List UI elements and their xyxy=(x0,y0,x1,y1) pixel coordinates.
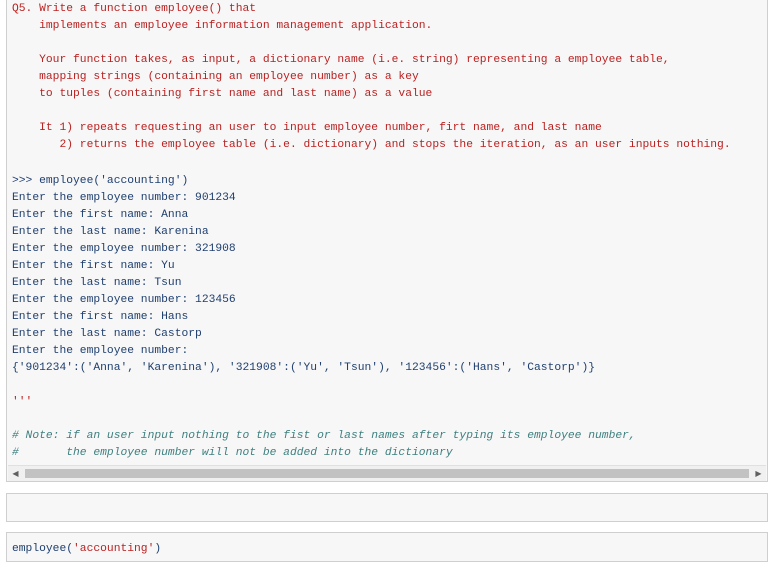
empty-code-cell[interactable] xyxy=(6,493,768,522)
result-line: {'901234':('Anna', 'Karenina'), '321908'… xyxy=(12,362,596,374)
code-string-arg: 'accounting' xyxy=(73,543,155,555)
note-comment: # Note: if an user input nothing to the … xyxy=(12,430,636,459)
output-line: Enter the first name: Hans xyxy=(12,311,189,323)
output-line: Enter the employee number: 321908 xyxy=(12,243,236,255)
scrollbar-thumb[interactable] xyxy=(25,469,749,478)
input-code[interactable]: employee('accounting') xyxy=(12,541,161,558)
code-cell-main[interactable]: Q5. Write a function employee() that imp… xyxy=(6,0,768,482)
output-line: Enter the employee number: xyxy=(12,345,189,357)
docstring-close: ''' xyxy=(12,396,33,408)
horizontal-scrollbar[interactable]: ◀ ▶ xyxy=(8,465,766,481)
code-function-call: employee( xyxy=(12,543,74,555)
example-output: >>> employee('accounting') Enter the emp… xyxy=(12,173,595,411)
output-line: Enter the employee number: 123456 xyxy=(12,294,236,306)
output-line: Enter the last name: Castorp xyxy=(12,328,202,340)
output-line: Enter the last name: Karenina xyxy=(12,226,209,238)
output-line: Enter the last name: Tsun xyxy=(12,277,182,289)
output-line: >>> employee('accounting') xyxy=(12,175,189,187)
code-close-paren: ) xyxy=(154,543,162,555)
scroll-right-arrow-icon[interactable]: ▶ xyxy=(751,466,766,481)
output-line: Enter the employee number: 901234 xyxy=(12,192,236,204)
docstring-text: Q5. Write a function employee() that imp… xyxy=(12,3,731,151)
output-line: Enter the first name: Anna xyxy=(12,209,189,221)
output-line: Enter the first name: Yu xyxy=(12,260,175,272)
scroll-left-arrow-icon[interactable]: ◀ xyxy=(8,466,23,481)
code-cell-input[interactable]: employee('accounting') xyxy=(6,532,768,562)
